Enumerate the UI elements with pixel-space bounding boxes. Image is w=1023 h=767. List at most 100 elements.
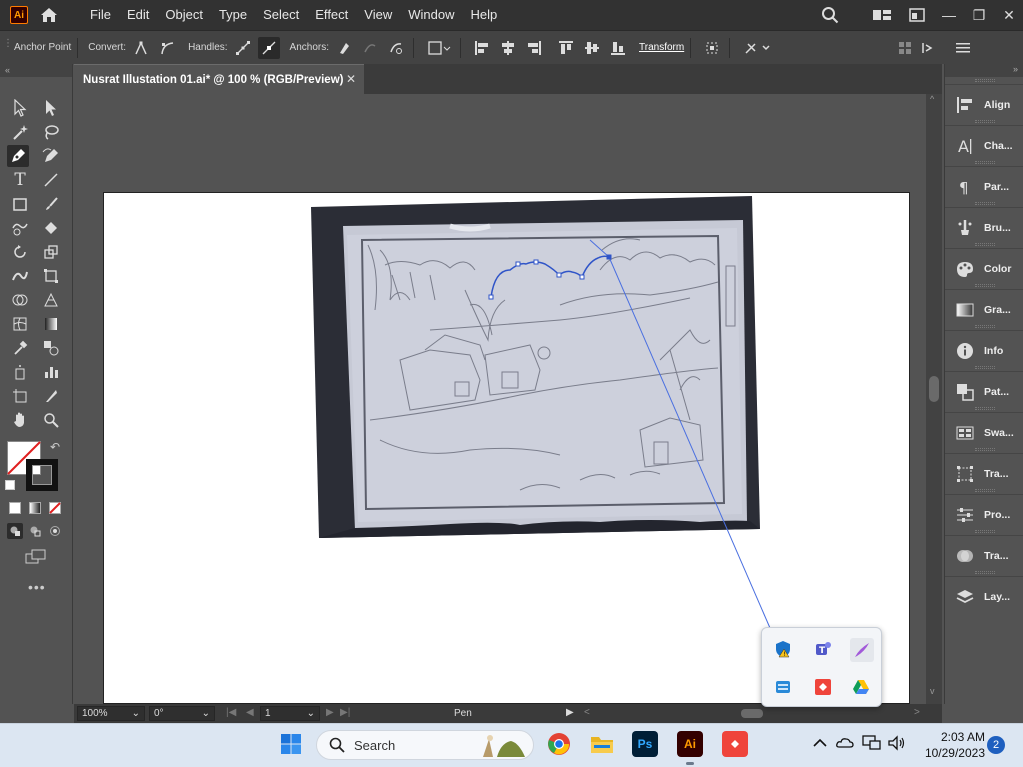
panel-item-swatches[interactable]: Swa... [945, 412, 1023, 452]
windows-security-icon[interactable]: ! [772, 638, 794, 660]
illustrator-label: Ai [684, 737, 696, 751]
first-artboard-icon[interactable]: |◀ [226, 707, 236, 718]
clock-time: 2:03 AM [940, 730, 985, 744]
panel-item-color[interactable]: Color [945, 248, 1023, 288]
zoom-dropdown-icon[interactable]: ⌄ [132, 707, 140, 720]
rotation-dropdown-icon[interactable]: ⌄ [202, 707, 210, 720]
panel-item-paragraph[interactable]: ¶ Par... [945, 166, 1023, 206]
info-icon [954, 340, 976, 362]
svg-text:!: ! [783, 651, 785, 658]
svg-text:T: T [819, 646, 826, 656]
illustrator-icon[interactable]: Ai [677, 731, 703, 757]
panel-grip[interactable] [975, 161, 995, 164]
panel-item-transparency[interactable]: Tra... [945, 535, 1023, 575]
transform-icon [954, 463, 976, 485]
panel-item-layers[interactable]: Lay... [945, 576, 1023, 616]
panel-item-label: Info [984, 344, 1004, 357]
pen-app-icon[interactable] [850, 638, 874, 662]
properties-icon [954, 504, 976, 526]
align-icon [954, 94, 976, 116]
panel-grip[interactable] [975, 202, 995, 205]
panel-grip[interactable] [975, 571, 995, 574]
panel-grip[interactable] [975, 120, 995, 123]
show-hidden-icons-icon[interactable] [813, 736, 827, 750]
scroll-up-icon[interactable]: ^ [930, 94, 934, 104]
file-explorer-icon[interactable] [588, 730, 616, 758]
panel-item-label: Color [984, 262, 1012, 275]
anydesk-icon[interactable] [722, 731, 748, 757]
panel-grip[interactable] [975, 79, 995, 82]
vertical-scrollbar[interactable]: ^ v [926, 94, 942, 704]
panel-item-pathfinder[interactable]: Pat... [945, 371, 1023, 411]
panel-grip[interactable] [975, 325, 995, 328]
hidden-icons-flyout: ! T [761, 627, 882, 707]
clock-date: 10/29/2023 [924, 746, 985, 760]
taskbar-search[interactable]: Search [316, 730, 534, 760]
artboard-dropdown-icon[interactable]: ⌄ [307, 707, 315, 720]
panel-grip[interactable] [975, 284, 995, 287]
photoshop-label: Ps [637, 737, 653, 751]
teams-icon[interactable]: T [812, 638, 834, 660]
prev-artboard-icon[interactable]: ◀ [246, 707, 254, 718]
panel-grip[interactable] [975, 448, 995, 451]
panel-item-brushes[interactable]: Bru... [945, 207, 1023, 247]
panel-item-label: Lay... [984, 590, 1011, 603]
rotation-value: 0° [154, 708, 164, 719]
panel-item-gradient[interactable]: Gra... [945, 289, 1023, 329]
svg-text:A: A [958, 137, 969, 155]
placed-sketch-image[interactable] [311, 196, 760, 538]
windows-start-icon[interactable] [277, 730, 305, 758]
artboard-number-field[interactable]: 1 ⌄ [260, 706, 320, 721]
panel-grip[interactable] [975, 366, 995, 369]
hscroll-left-icon[interactable]: < [584, 707, 590, 718]
hscroll-right-icon[interactable]: > [914, 707, 920, 718]
scroll-down-icon[interactable]: v [930, 686, 935, 696]
layers-icon [954, 586, 976, 608]
last-artboard-icon[interactable]: ▶| [340, 707, 350, 718]
panel-item-label: Swa... [984, 426, 1014, 439]
gradient-icon [954, 299, 976, 321]
google-drive-icon[interactable] [850, 676, 872, 698]
panel-item-label: Tra... [984, 549, 1009, 562]
character-icon: A [954, 135, 976, 157]
panel-item-label: Tra... [984, 467, 1009, 480]
clock[interactable]: 2:03 AM 10/29/2023 [915, 729, 985, 761]
swatches-icon [954, 422, 976, 444]
panel-item-label: Bru... [984, 221, 1011, 234]
zoom-field[interactable]: 100% ⌄ [77, 706, 145, 721]
panel-item-label: Pro... [984, 508, 1011, 521]
active-app-indicator [686, 762, 694, 765]
panel-item-label: Cha... [984, 139, 1013, 152]
panel-item-info[interactable]: Info [945, 330, 1023, 370]
status-menu-icon[interactable]: ▶ [566, 707, 574, 718]
transparency-icon [954, 545, 976, 567]
onedrive-icon[interactable] [836, 736, 854, 751]
panel-item-align[interactable]: Align [945, 84, 1023, 124]
network-icon[interactable] [862, 734, 882, 755]
panel-grip[interactable] [975, 489, 995, 492]
rotation-field[interactable]: 0° ⌄ [149, 706, 215, 721]
panel-dock: » Align A Cha... ¶ Par... Bru... Color Gra... In… [944, 64, 1023, 704]
network-drive-icon[interactable] [772, 676, 794, 698]
next-artboard-icon[interactable]: ▶ [326, 707, 334, 718]
panel-item-label: Gra... [984, 303, 1011, 316]
panel-grip[interactable] [975, 243, 995, 246]
panel-item-label: Pat... [984, 385, 1010, 398]
paragraph-icon: ¶ [954, 176, 976, 198]
panel-grip[interactable] [975, 530, 995, 533]
vertical-scroll-thumb[interactable] [929, 376, 939, 402]
panel-item-character[interactable]: A Cha... [945, 125, 1023, 165]
expand-panels-icon[interactable]: » [945, 64, 1023, 77]
panel-item-properties[interactable]: Pro... [945, 494, 1023, 534]
current-tool-label: Pen [454, 708, 472, 719]
search-label: Search [354, 737, 396, 753]
photoshop-icon[interactable]: Ps [632, 731, 658, 757]
anydesk-tray-icon[interactable] [812, 676, 834, 698]
volume-icon[interactable] [887, 735, 907, 754]
chrome-icon[interactable] [545, 730, 573, 758]
horizontal-scroll-thumb[interactable] [741, 709, 763, 718]
notifications-badge[interactable]: 2 [987, 736, 1005, 754]
search-highlight-image [483, 735, 525, 757]
panel-grip[interactable] [975, 407, 995, 410]
panel-item-transform[interactable]: Tra... [945, 453, 1023, 493]
